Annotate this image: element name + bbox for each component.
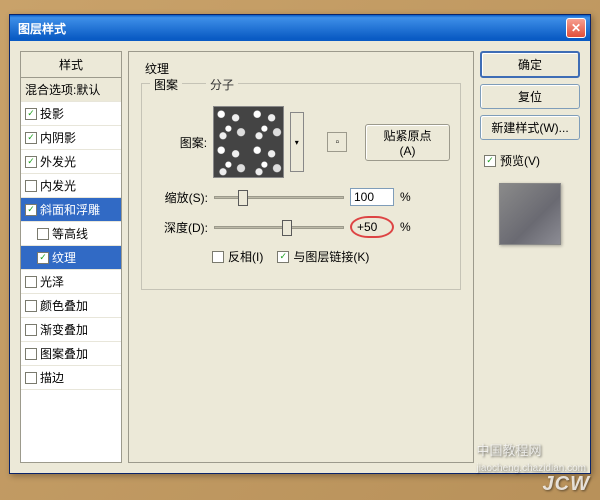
style-contour[interactable]: 等高线 [21,222,121,246]
pattern-label: 图案: [152,134,207,151]
action-panel: 确定 复位 新建样式(W)... 预览(V) [480,51,580,463]
depth-unit: % [400,220,411,234]
styles-list: 样式 混合选项:默认 投影 内阴影 外发光 内发光 斜面和浮雕 等高线 纹理 光… [20,51,122,463]
scale-input[interactable] [350,188,394,206]
depth-label: 深度(D): [152,219,208,236]
pattern-name: 分子 [206,76,238,93]
options-row: 反相(I) 与图层链接(K) [212,248,450,265]
checkbox-icon[interactable] [25,156,37,168]
style-color-overlay[interactable]: 颜色叠加 [21,294,121,318]
depth-row: 深度(D): % [152,216,450,238]
blending-options[interactable]: 混合选项:默认 [21,78,121,102]
style-inner-shadow[interactable]: 内阴影 [21,126,121,150]
pattern-row: 图案: ▾ ▫ 贴紧原点(A) [152,106,450,178]
scale-label: 缩放(S): [152,189,208,206]
style-pattern-overlay[interactable]: 图案叠加 [21,342,121,366]
checkbox-icon[interactable] [25,180,37,192]
checkbox-icon[interactable] [25,324,37,336]
checkbox-icon[interactable] [25,276,37,288]
scale-slider[interactable] [214,196,344,199]
watermark-text: 中国教程网 jiaocheng.chazidian.com [476,440,586,474]
link-layer-option[interactable]: 与图层链接(K) [277,248,369,265]
watermark-logo: JCW [543,473,590,496]
new-preset-button[interactable]: ▫ [327,132,347,152]
snap-origin-button[interactable]: 贴紧原点(A) [365,124,450,161]
fieldset-legend: 图案 [150,76,182,93]
style-texture[interactable]: 纹理 [21,246,121,270]
new-icon: ▫ [336,137,340,148]
window-title: 图层样式 [18,20,66,37]
checkbox-icon[interactable] [212,251,224,263]
depth-input[interactable] [354,218,390,236]
depth-value-highlight [350,216,394,238]
style-stroke[interactable]: 描边 [21,366,121,390]
style-bevel-emboss[interactable]: 斜面和浮雕 [21,198,121,222]
pattern-swatch[interactable] [213,106,284,178]
slider-thumb[interactable] [282,220,292,236]
checkbox-icon[interactable] [25,348,37,360]
preview-swatch [499,183,561,245]
scale-row: 缩放(S): % [152,188,450,206]
checkbox-icon[interactable] [25,300,37,312]
texture-settings: 纹理 图案 分子 图案: ▾ ▫ 贴紧原点(A) 缩放(S): % [128,51,474,463]
depth-slider[interactable] [214,226,344,229]
pattern-picker-arrow[interactable]: ▾ [290,112,304,172]
checkbox-icon[interactable] [37,252,49,264]
checkbox-icon[interactable] [484,155,496,167]
invert-option[interactable]: 反相(I) [212,248,263,265]
checkbox-icon[interactable] [25,372,37,384]
close-icon: ✕ [571,21,581,35]
slider-thumb[interactable] [238,190,248,206]
pattern-fieldset: 图案 分子 图案: ▾ ▫ 贴紧原点(A) 缩放(S): % [141,83,461,290]
ok-button[interactable]: 确定 [480,51,580,78]
style-satin[interactable]: 光泽 [21,270,121,294]
section-title: 纹理 [145,60,461,77]
reset-button[interactable]: 复位 [480,84,580,109]
scale-unit: % [400,190,411,204]
style-inner-glow[interactable]: 内发光 [21,174,121,198]
titlebar[interactable]: 图层样式 ✕ [10,15,590,41]
layer-style-dialog: 图层样式 ✕ 样式 混合选项:默认 投影 内阴影 外发光 内发光 斜面和浮雕 等… [9,14,591,474]
dialog-body: 样式 混合选项:默认 投影 内阴影 外发光 内发光 斜面和浮雕 等高线 纹理 光… [10,41,590,473]
close-button[interactable]: ✕ [566,18,586,38]
checkbox-icon[interactable] [25,108,37,120]
checkbox-icon[interactable] [25,204,37,216]
checkbox-icon[interactable] [37,228,49,240]
style-outer-glow[interactable]: 外发光 [21,150,121,174]
style-gradient-overlay[interactable]: 渐变叠加 [21,318,121,342]
styles-header[interactable]: 样式 [21,52,121,78]
checkbox-icon[interactable] [25,132,37,144]
new-style-button[interactable]: 新建样式(W)... [480,115,580,140]
preview-toggle[interactable]: 预览(V) [480,152,580,169]
style-drop-shadow[interactable]: 投影 [21,102,121,126]
chevron-down-icon: ▾ [295,138,299,147]
checkbox-icon[interactable] [277,251,289,263]
